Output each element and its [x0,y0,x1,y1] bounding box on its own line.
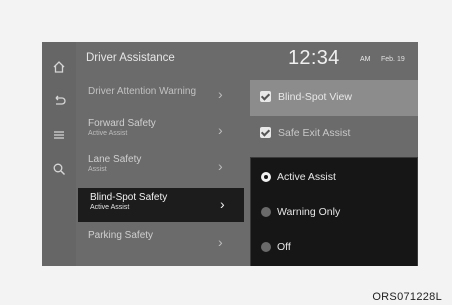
side-rail [42,42,76,266]
mode-popup: Active Assist Warning Only Off [250,157,418,266]
option-blind-spot-view[interactable]: Blind-Spot View [250,80,418,116]
menu-item-label: Parking Safety [88,230,154,241]
menu-item-label: Driver Attention Warning [88,86,197,97]
chevron-right-icon: › [218,86,223,102]
menu-item-parking-safety[interactable]: Parking Safety › [76,226,246,260]
search-icon[interactable] [50,160,68,178]
option-label: Blind-Spot View [278,91,352,103]
radio-option-warning-only[interactable]: Warning Only [251,195,417,229]
menu-item-driver-attention-warning[interactable]: Driver Attention Warning › [76,78,246,112]
menu-item-sublabel: Active Assist [88,130,128,137]
menu-item-blind-spot-safety[interactable]: Blind-Spot Safety Active Assist › [78,188,244,222]
figure-code: ORS071228L [372,291,442,303]
infotainment-screen: Driver Assistance 12:34 AM Feb. 19 Drive… [42,42,418,266]
menu-item-sublabel: Active Assist [90,204,130,211]
clock-date: Feb. 19 [381,56,405,63]
chevron-right-icon: › [218,122,223,138]
chevron-right-icon: › [218,158,223,174]
menu-item-label: Lane Safety [88,154,142,165]
checkbox-checked[interactable] [260,127,271,138]
radio-unselected-icon[interactable] [261,242,271,252]
menu-item-label: Blind-Spot Safety [90,192,168,203]
radio-option-active-assist[interactable]: Active Assist [251,160,417,194]
checkbox-checked[interactable] [260,91,271,102]
clock-time: 12:34 [288,47,340,69]
home-icon[interactable] [50,58,68,76]
page-title: Driver Assistance [86,52,175,64]
menu-item-forward-safety[interactable]: Forward Safety Active Assist › [76,114,246,148]
radio-label: Active Assist [277,171,336,183]
radio-unselected-icon[interactable] [261,207,271,217]
menu-item-label: Forward Safety [88,118,156,129]
clock-ampm: AM [360,56,371,63]
menu-item-lane-safety[interactable]: Lane Safety Assist › [76,150,246,184]
radio-label: Warning Only [277,206,341,218]
radio-label: Off [277,241,291,253]
option-safe-exit-assist[interactable]: Safe Exit Assist [250,116,418,152]
chevron-right-icon: › [218,234,223,250]
chevron-right-icon: › [220,196,225,212]
option-label: Safe Exit Assist [278,127,351,139]
menu-item-sublabel: Assist [88,166,107,173]
radio-selected-icon[interactable] [261,172,271,182]
back-icon[interactable] [50,92,68,110]
menu-icon[interactable] [50,126,68,144]
header-bar: Driver Assistance 12:34 AM Feb. 19 [76,42,418,78]
radio-option-off[interactable]: Off [251,230,417,264]
